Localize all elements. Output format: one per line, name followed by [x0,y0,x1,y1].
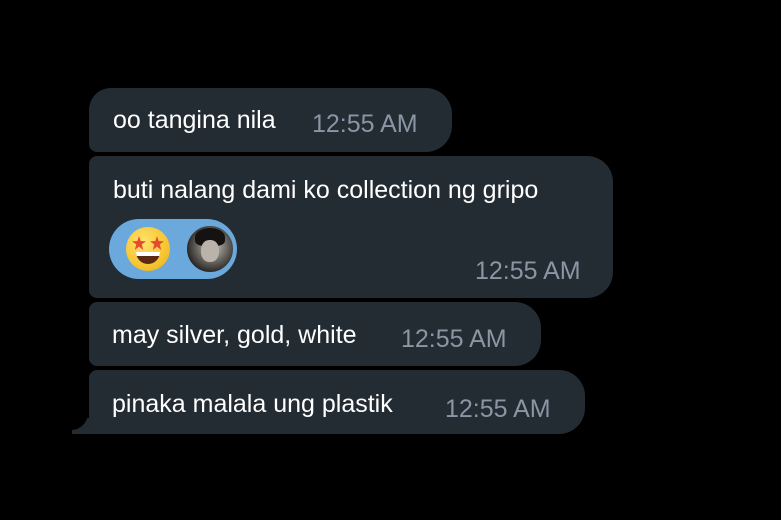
message-text: oo tangina nila [113,106,276,134]
message-time: 12:55 AM [312,110,418,138]
bubble-tail [72,418,94,434]
message-time: 12:55 AM [475,257,581,285]
message-text: pinaka malala ung plastik [112,390,393,418]
message-bubble[interactable]: may silver, gold, white 12:55 AM [89,302,541,366]
user-avatar[interactable] [185,224,235,274]
message-time: 12:55 AM [401,325,507,353]
message-bubble[interactable]: pinaka malala ung plastik 12:55 AM [89,370,585,434]
message-text: buti nalang dami ko collection ng gripo [113,176,539,204]
star-struck-emoji-icon [126,227,170,271]
reaction-pill[interactable] [109,219,237,279]
message-time: 12:55 AM [445,395,551,423]
message-bubble[interactable]: oo tangina nila 12:55 AM [89,88,452,152]
message-text: may silver, gold, white [112,321,357,349]
